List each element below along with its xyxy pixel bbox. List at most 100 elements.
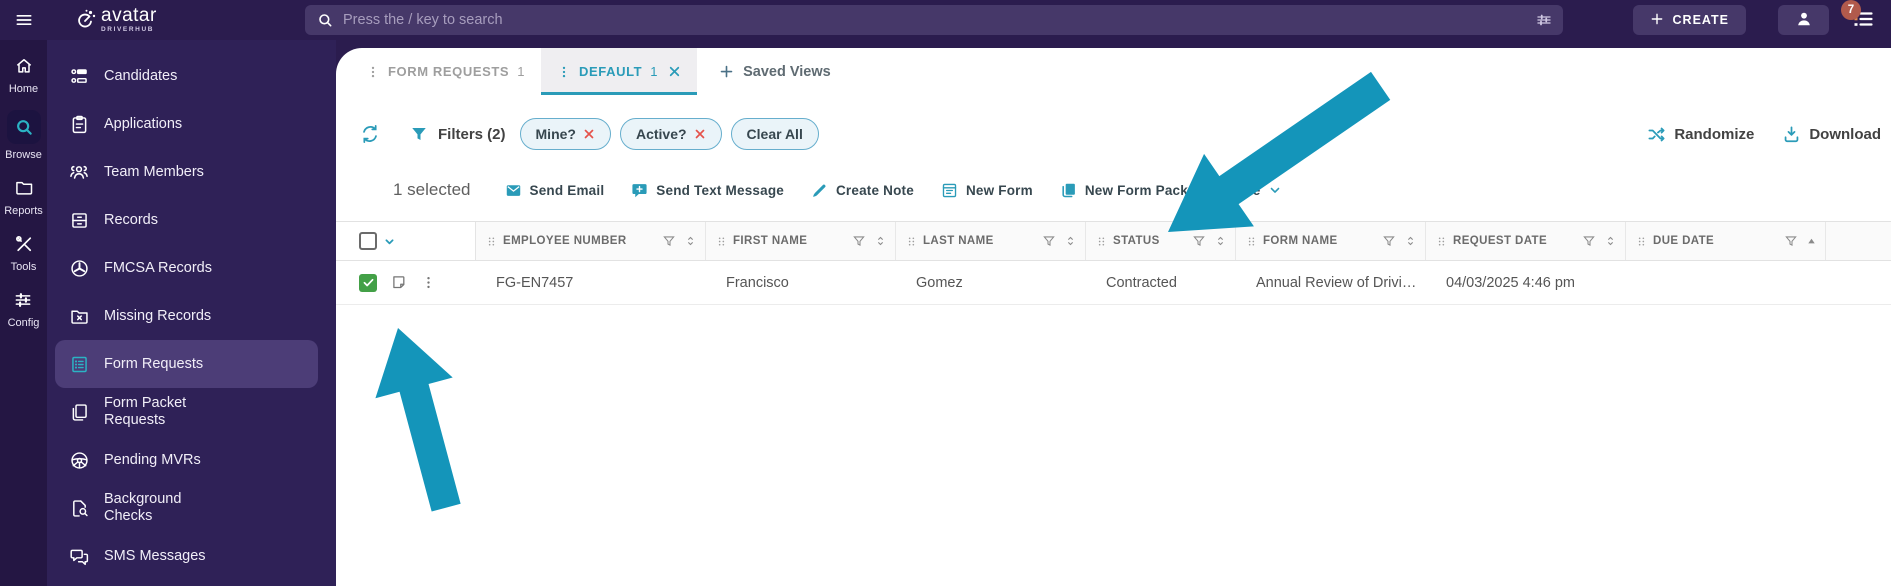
column-filter-icon[interactable] [1382, 234, 1396, 248]
sidebar-item-pending-mvrs[interactable]: Pending MVRs [55, 436, 318, 484]
drag-handle-icon[interactable] [1636, 235, 1647, 248]
cell-due-date [1626, 261, 1826, 304]
sidebar-item-sms-messages[interactable]: SMS Messages [55, 532, 318, 580]
folder-icon [12, 176, 36, 200]
notification-badge: 7 [1841, 0, 1861, 20]
email-icon [505, 182, 522, 199]
tab-default[interactable]: DEFAULT 1 [541, 48, 698, 95]
remove-filter-icon[interactable] [583, 128, 595, 140]
tab-kebab-icon[interactable] [366, 65, 380, 79]
filter-chip-active[interactable]: Active? [619, 118, 722, 150]
sidebar-item-team-members[interactable]: Team Members [55, 148, 318, 196]
drag-handle-icon[interactable] [1436, 235, 1447, 248]
archive-icon [67, 210, 91, 231]
sort-icon[interactable] [1604, 234, 1617, 248]
saved-views-button[interactable]: Saved Views [719, 48, 831, 95]
drag-handle-icon[interactable] [716, 235, 727, 248]
create-button[interactable]: CREATE [1632, 5, 1746, 35]
row-controls-cell [336, 261, 476, 304]
drag-handle-icon[interactable] [1246, 235, 1257, 248]
select-all-checkbox[interactable] [359, 232, 377, 250]
filter-funnel-icon[interactable] [410, 125, 428, 143]
column-header-due-date[interactable]: DUE DATE [1626, 222, 1826, 260]
sort-asc-icon[interactable] [1806, 236, 1817, 247]
logo-spark-icon [78, 10, 96, 28]
cell-status: Contracted [1106, 274, 1177, 291]
content-card: FORM REQUESTS 1 DEFAULT 1 Saved Views Fi… [336, 48, 1891, 586]
column-filter-icon[interactable] [852, 234, 866, 248]
column-header-first-name[interactable]: FIRST NAME [706, 222, 896, 260]
rail-item-home[interactable]: Home [9, 54, 38, 95]
selection-menu-chevron-icon[interactable] [382, 234, 397, 249]
note-icon[interactable] [390, 274, 407, 291]
clear-all-chip[interactable]: Clear All [730, 118, 819, 150]
table-row[interactable]: FG-EN7457 Francisco Gomez Contracted Ann… [336, 261, 1891, 305]
column-filter-icon[interactable] [1784, 234, 1798, 248]
more-actions-button[interactable]: More [1227, 183, 1282, 198]
sidebar-item-applications[interactable]: Applications [55, 100, 318, 148]
close-tab-icon[interactable] [668, 65, 681, 78]
search-options-icon[interactable] [1535, 11, 1553, 29]
column-header-employee-number[interactable]: EMPLOYEE NUMBER [476, 222, 706, 260]
sidebar-item-form-packet-requests[interactable]: Form Packet Requests [55, 388, 318, 436]
new-form-icon [941, 182, 958, 199]
drag-handle-icon[interactable] [486, 235, 497, 248]
search-input[interactable] [343, 12, 1535, 28]
sort-icon[interactable] [874, 234, 887, 248]
sort-icon[interactable] [1214, 234, 1227, 248]
sidebar-item-background-checks[interactable]: Background Checks [55, 484, 318, 532]
form-list-icon [67, 354, 91, 375]
randomize-button[interactable]: Randomize [1647, 125, 1754, 144]
filters-bar: Filters (2) Mine? Active? Clear All Rand… [336, 117, 1891, 151]
remove-filter-icon[interactable] [694, 128, 706, 140]
sidebar-item-candidates[interactable]: Candidates [55, 52, 318, 100]
browse-search-icon [6, 110, 41, 144]
column-header-request-date[interactable]: REQUEST DATE [1426, 222, 1626, 260]
column-filter-icon[interactable] [1582, 234, 1596, 248]
send-text-message-button[interactable]: Send Text Message [631, 182, 784, 199]
row-menu-kebab-icon[interactable] [421, 275, 436, 290]
shuffle-icon [1647, 125, 1666, 144]
sidebar-item-form-requests[interactable]: Form Requests [55, 340, 318, 388]
pen-icon [811, 182, 828, 199]
bulk-actions-bar: 1 selected Send Email Send Text Message [336, 172, 1891, 208]
tab-kebab-icon[interactable] [557, 65, 571, 79]
filter-chip-mine[interactable]: Mine? [519, 118, 611, 150]
column-header-status[interactable]: STATUS [1086, 222, 1236, 260]
rail-item-config[interactable]: Config [8, 288, 39, 329]
row-checkbox-checked[interactable] [359, 273, 377, 292]
global-search[interactable] [305, 5, 1563, 35]
column-header-last-name[interactable]: LAST NAME [896, 222, 1086, 260]
refresh-icon[interactable] [360, 124, 380, 144]
sidebar-item-missing-records[interactable]: Missing Records [55, 292, 318, 340]
rail-item-tools[interactable]: Tools [11, 232, 36, 273]
column-filter-icon[interactable] [662, 234, 676, 248]
rail-item-browse[interactable]: Browse [5, 110, 42, 161]
sidebar-menu: Candidates Applications Team Members Rec… [47, 40, 336, 586]
sort-icon[interactable] [684, 234, 697, 248]
column-header-form-name[interactable]: FORM NAME [1236, 222, 1426, 260]
person-icon [1794, 9, 1814, 32]
new-form-packet-button[interactable]: New Form Packet [1060, 182, 1201, 199]
sidebar-item-records[interactable]: Records [55, 196, 318, 244]
download-icon [1782, 125, 1801, 144]
new-form-button[interactable]: New Form [941, 182, 1033, 199]
table-header-row: EMPLOYEE NUMBER FIRST NAME LAST NAME STA… [336, 221, 1891, 261]
user-account-button[interactable] [1778, 5, 1829, 35]
cell-form-name: Annual Review of Drivi… [1256, 274, 1417, 291]
download-button[interactable]: Download [1782, 125, 1881, 144]
sort-icon[interactable] [1404, 234, 1417, 248]
create-note-button[interactable]: Create Note [811, 182, 914, 199]
rail-item-reports[interactable]: Reports [4, 176, 43, 217]
column-filter-icon[interactable] [1042, 234, 1056, 248]
tab-form-requests[interactable]: FORM REQUESTS 1 [350, 48, 541, 95]
drag-handle-icon[interactable] [906, 235, 917, 248]
drag-handle-icon[interactable] [1096, 235, 1107, 248]
sidebar-item-fmcsa-records[interactable]: FMCSA Records [55, 244, 318, 292]
column-filter-icon[interactable] [1192, 234, 1206, 248]
chevron-down-icon [1268, 183, 1282, 197]
hamburger-menu-icon[interactable] [14, 10, 34, 30]
sort-icon[interactable] [1064, 234, 1077, 248]
notifications-button[interactable]: 7 [1841, 0, 1883, 38]
send-email-button[interactable]: Send Email [505, 182, 605, 199]
